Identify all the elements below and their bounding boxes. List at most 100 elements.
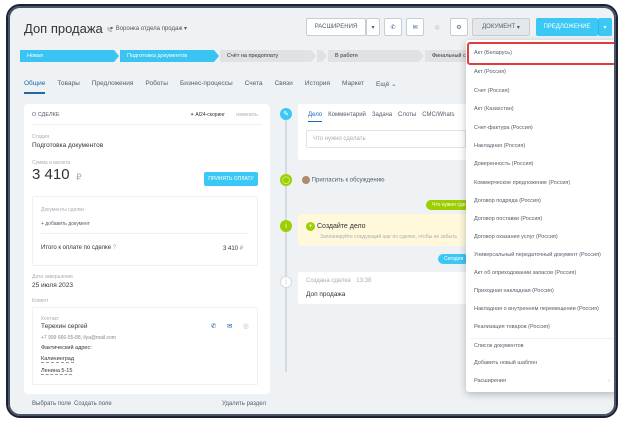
tab-comment[interactable]: Комментарий [328, 112, 366, 122]
stage-item[interactable]: Счёт на предоплату [220, 50, 316, 62]
tab-more[interactable]: Ещё ⌄ [376, 80, 397, 94]
link-icon: ⚭ [109, 26, 115, 32]
menu-item-receipt-waybill[interactable]: Приходная накладная (Россия) [474, 288, 554, 294]
create-task-hint: Запланируйте следующий шаг по сделке, чт… [320, 234, 457, 240]
ai-scoring-link[interactable]: ✦ AI24-скоринг [190, 112, 225, 118]
share-button[interactable]: ◎ [428, 18, 446, 36]
contact-box: Контакт Терехин сергей +7 999 666-55-88,… [32, 307, 258, 385]
page-title: Доп продажа ✎ [24, 21, 114, 36]
menu-item-service-contract[interactable]: Договор оказания услуг (Россия) [474, 234, 558, 240]
tab-history[interactable]: История [305, 80, 330, 94]
menu-item-tax-invoice[interactable]: Счет-фактура (Россия) [474, 125, 533, 131]
tab-general[interactable]: Общие [24, 80, 46, 94]
deal-created-card: Создана сделка 13:38 Доп продажа [298, 272, 468, 304]
menu-item-waybill[interactable]: Накладная (Россия) [474, 143, 525, 149]
tab-invoices[interactable]: Счета [245, 80, 263, 94]
mail-icon[interactable]: ✉ [227, 322, 232, 330]
accept-payment-button[interactable]: ПРИНЯТЬ ОПЛАТУ [204, 172, 258, 186]
invite-discussion[interactable]: Пригласить к обсуждению [302, 176, 385, 184]
contact-name[interactable]: Терехин сергей [41, 323, 88, 330]
tab-products[interactable]: Товары [57, 80, 79, 94]
mail-icon: ✉ [412, 24, 418, 31]
menu-item-act-russia[interactable]: Акт (Россия) [474, 69, 506, 75]
menu-item-upd[interactable]: Универсальный передаточный документ (Рос… [474, 252, 601, 258]
menu-item-inventory-act[interactable]: Акт об оприходовании запасов (Россия) [474, 270, 576, 276]
address-label: Фактический адрес: [41, 345, 92, 351]
chat-icon: ◯ [280, 174, 292, 186]
menu-item-extensions[interactable]: Расширения [474, 378, 506, 384]
mail-button[interactable]: ✉ [406, 18, 424, 36]
created-value: Доп продажа [306, 291, 346, 298]
extensions-button[interactable]: РАСШИРЕНИЯ [306, 18, 366, 36]
share-icon[interactable]: ◎ [243, 322, 249, 330]
menu-item-add-template[interactable]: Добавить новый шаблон [474, 360, 537, 366]
menu-item-power-of-attorney[interactable]: Доверенность (Россия) [474, 161, 533, 167]
chevron-right-icon: › [608, 378, 610, 384]
menu-item-transfer-waybill[interactable]: Накладная о внутреннем перемещении (Росс… [474, 306, 599, 312]
help-icon: ? [112, 245, 117, 251]
menu-item-commercial-offer[interactable]: Коммерческое предложение (Россия) [474, 180, 570, 186]
create-field-link[interactable]: Создать поле [74, 401, 112, 407]
timeline-icon: ✎ [280, 108, 292, 120]
document-button[interactable]: ДОКУМЕНТ ▾ [472, 18, 530, 36]
tab-sms[interactable]: СМС/Whats [422, 112, 454, 122]
offer-button[interactable]: ПРЕДЛОЖЕНИЕ [536, 18, 598, 36]
activity-input[interactable]: Что нужно сделать [306, 130, 466, 148]
tab-offers[interactable]: Предложения [92, 80, 134, 94]
menu-item-supply-contract[interactable]: Договор поставки (Россия) [474, 216, 542, 222]
tab-bizproc[interactable]: Бизнес-процессы [180, 80, 233, 94]
offer-dropdown-button[interactable]: ▾ [598, 18, 612, 36]
highlight-box [467, 42, 614, 65]
today-badge: Сегодня [438, 254, 470, 264]
phone-icon[interactable]: ✆ [211, 322, 216, 330]
menu-item-goods-sale[interactable]: Реализация товаров (Россия) [474, 324, 550, 330]
tab-activity[interactable]: Дело [308, 112, 323, 122]
phone-button[interactable]: ✆ [384, 18, 402, 36]
history-icon: ⁞ [280, 276, 292, 288]
document-dropdown-menu: Акт (Беларусь) Акт (Россия) Счет (Россия… [466, 40, 614, 392]
docs-label: Документы сделки [41, 207, 85, 213]
menu-item-doc-list[interactable]: Список документов [474, 343, 524, 349]
chevron-down-icon: ▾ [516, 24, 520, 31]
documents-box: Документы сделки + добавить документ Ито… [32, 196, 258, 266]
edit-section-link[interactable]: изменить [236, 112, 258, 118]
menu-item-act-kazakhstan[interactable]: Акт (Казахстан) [474, 106, 514, 112]
tab-slots[interactable]: Слоты [398, 112, 416, 122]
divider [41, 233, 249, 234]
tab-robots[interactable]: Роботы [145, 80, 168, 94]
client-label: Клиент [32, 298, 49, 304]
crm-deal-page: Доп продажа ✎ ⚭ Воронка отдела продаж ▾ … [10, 8, 614, 414]
divider [32, 124, 262, 125]
settings-button[interactable]: ⚙ [450, 18, 468, 36]
sparkle-icon: ✦ [190, 112, 195, 118]
plus-icon: + [306, 222, 315, 231]
menu-item-contract-work[interactable]: Договор подряда (Россия) [474, 198, 541, 204]
gear-icon: ⚙ [456, 24, 462, 31]
choose-field-link[interactable]: Выбрать поле [32, 401, 71, 407]
extensions-dropdown-button[interactable]: ▾ [366, 18, 380, 36]
stage-item[interactable] [317, 50, 327, 62]
stage-item[interactable]: Новая [20, 50, 119, 62]
stage-item[interactable]: Подготовка документов [120, 50, 219, 62]
deal-info-card: О СДЕЛКЕ ✦ AI24-скоринг изменить Стадия … [24, 104, 270, 394]
total-value: 3 410 ₽ [223, 246, 244, 252]
tab-links[interactable]: Связи [275, 80, 293, 94]
menu-item-invoice-russia[interactable]: Счет (Россия) [474, 88, 509, 94]
section-title: О СДЕЛКЕ [32, 112, 60, 118]
city-value: Калининград [41, 356, 75, 363]
stage-value: Подготовка документов [32, 142, 104, 149]
share-icon: ◎ [434, 24, 440, 31]
add-document-link[interactable]: + добавить документ [41, 221, 90, 227]
stage-item[interactable]: В работе [328, 50, 424, 62]
tab-market[interactable]: Маркет [342, 80, 364, 94]
funnel-selector[interactable]: ⚭ Воронка отдела продаж ▾ [109, 25, 187, 32]
delete-section-link[interactable]: Удалить раздел [222, 401, 266, 407]
chevron-down-icon: ▾ [603, 24, 607, 31]
currency: ₽ [76, 172, 82, 182]
create-task-card[interactable]: + Создайте дело Запланируйте следующий ш… [298, 214, 468, 246]
date-value: 25 июля 2023 [32, 282, 73, 289]
contact-info: +7 999 666-55-88, ilya@mail.com [41, 335, 116, 341]
todo-badge: Что нужно сде [426, 200, 472, 210]
street-value: Ленина 5-15 [41, 368, 73, 375]
tab-task[interactable]: Задача [372, 112, 392, 122]
